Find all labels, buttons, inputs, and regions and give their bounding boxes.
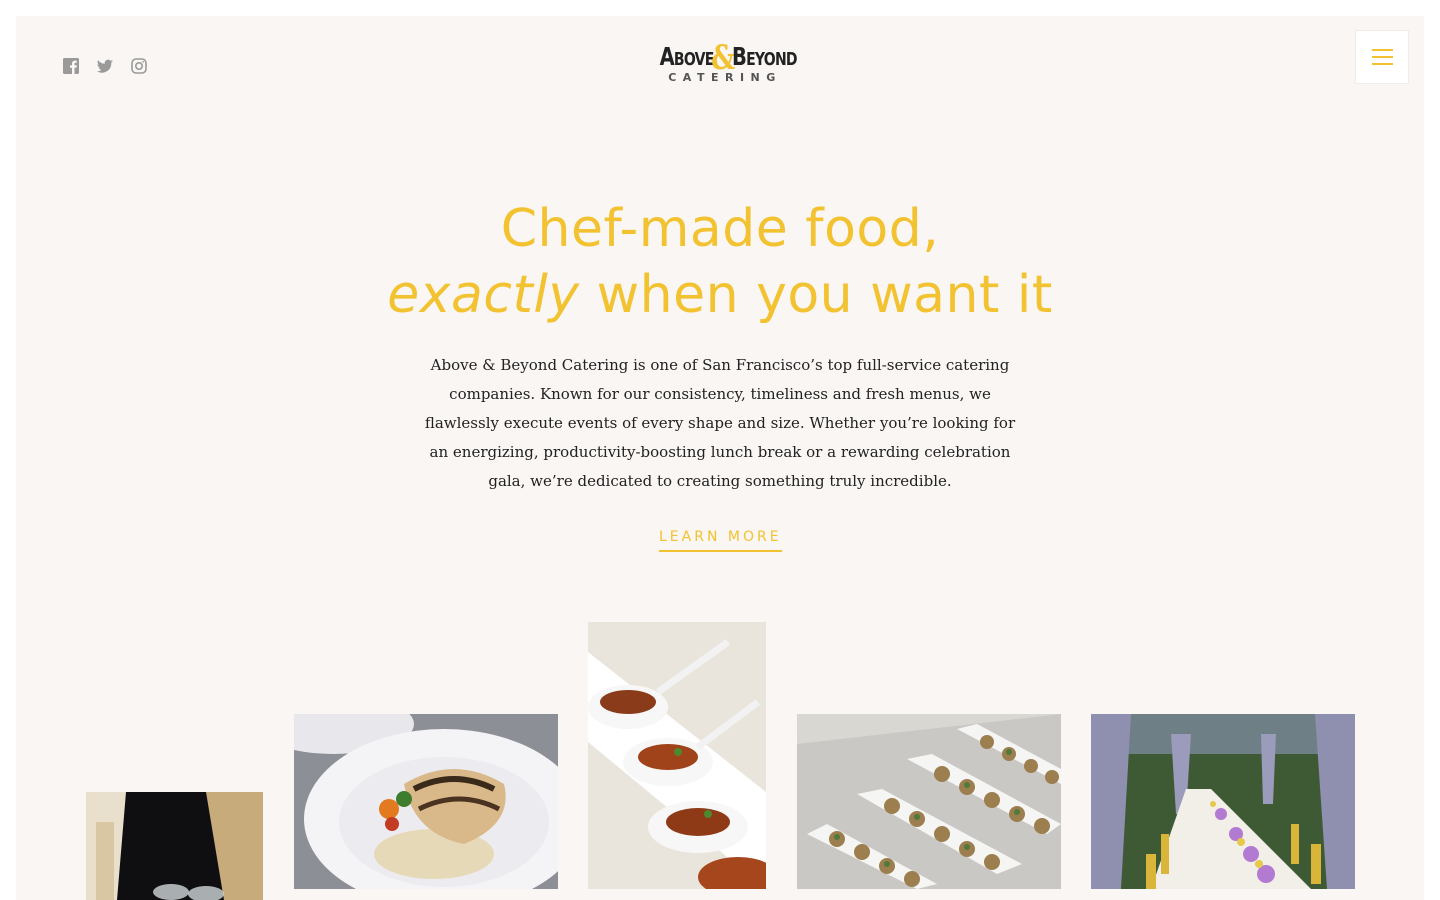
hamburger-menu-icon[interactable]: [1356, 31, 1408, 83]
hero-title-line2: when you want it: [579, 265, 1053, 325]
facebook-icon[interactable]: [62, 57, 82, 75]
instagram-icon[interactable]: [130, 57, 150, 75]
grilled-fish-plate-photo: [294, 714, 558, 889]
twitter-icon[interactable]: [96, 57, 116, 75]
brand-logo[interactable]: Above&Beyond CATERING: [642, 41, 802, 94]
logo-name-left: Above: [659, 42, 715, 71]
social-links: [62, 57, 150, 75]
learn-more-link[interactable]: LEARN MORE: [659, 529, 782, 552]
page-frame: Above&Beyond CATERING Chef-made food, ex…: [16, 16, 1424, 900]
logo-wordmark: Above&Beyond: [659, 41, 798, 75]
logo-name-right: Beyond: [732, 42, 798, 71]
hero-description: Above & Beyond Catering is one of San Fr…: [424, 356, 1016, 490]
canape-platters-photo: [797, 714, 1061, 889]
server-holding-glasses-photo: [86, 792, 263, 900]
hero-title-line1: Chef-made food,: [500, 199, 940, 259]
logo-ampersand: &: [711, 38, 735, 78]
hero-title-emphasis: exactly: [387, 265, 580, 325]
garden-banquet-table-photo: [1091, 714, 1355, 889]
shrimp-spoons-photo: [588, 622, 766, 889]
hero-title: Chef-made food, exactly when you want it: [16, 196, 1424, 328]
